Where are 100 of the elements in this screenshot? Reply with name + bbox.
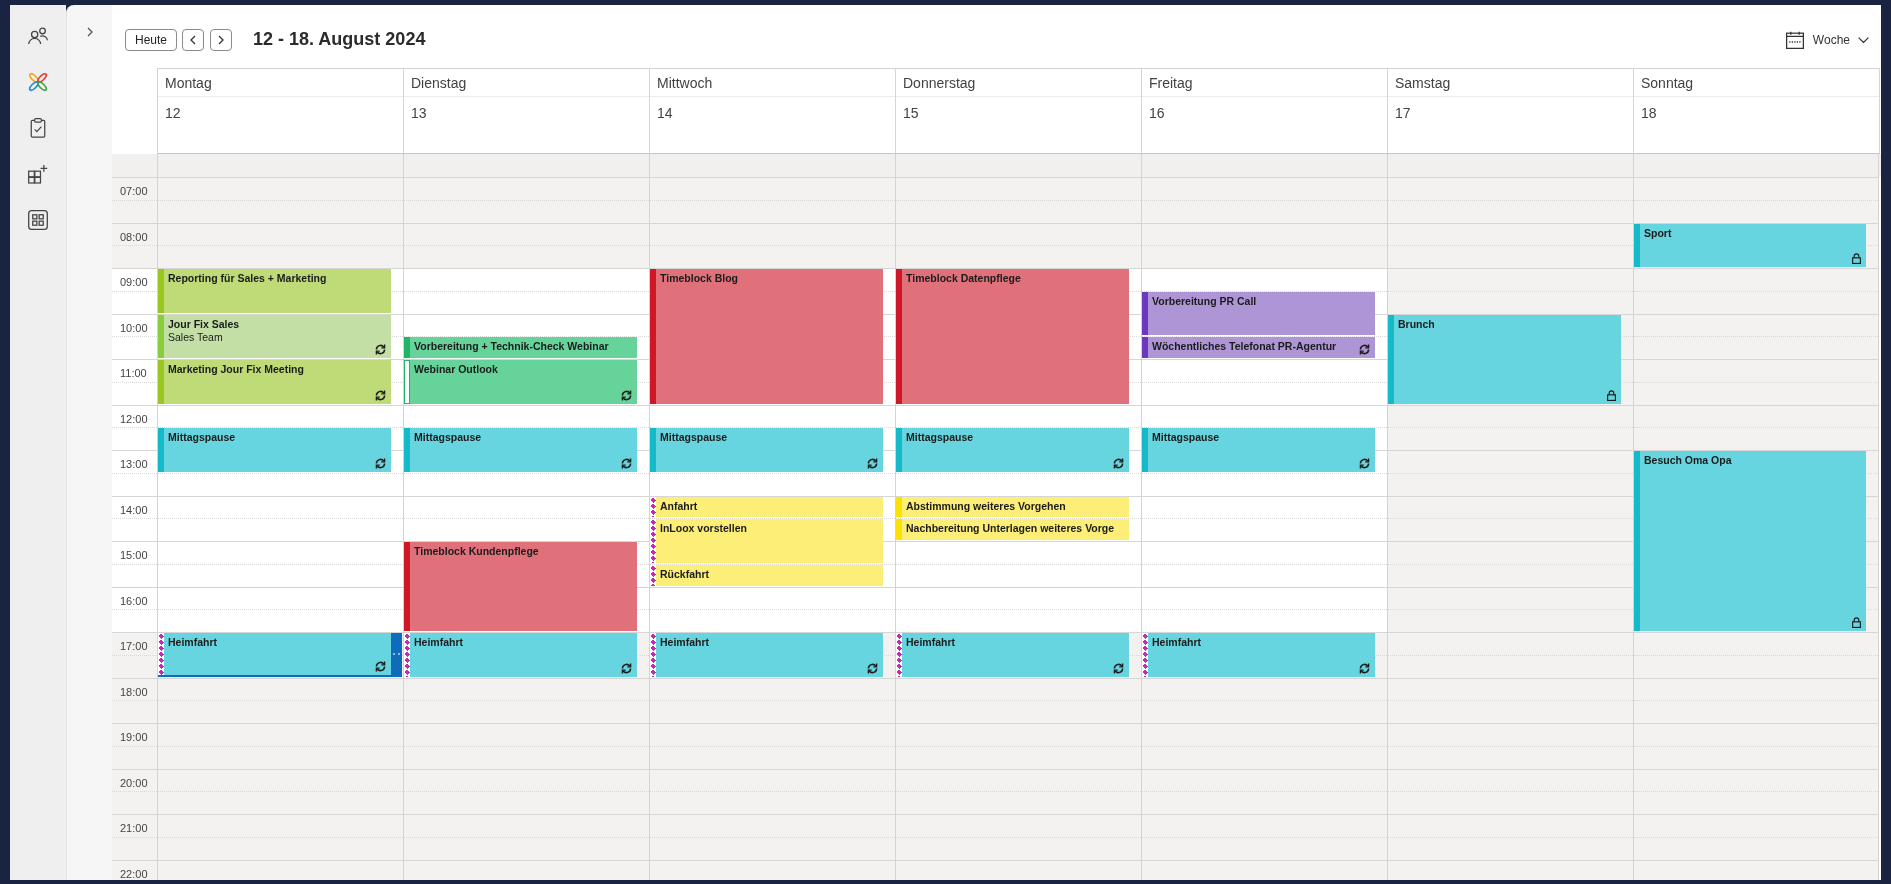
- date-label: 18: [1641, 105, 1657, 121]
- calendar-event[interactable]: Mittagspause: [404, 428, 637, 472]
- date-label: 17: [1395, 105, 1411, 121]
- time-label: 21:00: [120, 822, 148, 834]
- event-title: Reporting für Sales + Marketing: [168, 272, 327, 285]
- event-title: Webinar Outlook: [414, 363, 498, 376]
- drag-handle[interactable]: [391, 633, 402, 675]
- date-range-title: 12 - 18. August 2024: [253, 29, 426, 50]
- event-title: InLoox vorstellen: [660, 522, 747, 536]
- day-column[interactable]: Sport Besuch Oma Opa: [1633, 177, 1879, 880]
- calendar-event[interactable]: Abstimmung weiteres Vorgehen: [896, 496, 1129, 518]
- next-week-button[interactable]: [210, 28, 232, 51]
- event-subtitle: Sales Team: [168, 330, 223, 344]
- chevron-right-icon[interactable]: [86, 27, 93, 37]
- calendar-event[interactable]: Nachbereitung Unterlagen weiteres Vorge: [896, 519, 1129, 540]
- event-title: Heimfahrt: [1152, 636, 1201, 649]
- calendar-event[interactable]: Besuch Oma Opa: [1634, 451, 1866, 631]
- event-title: Timeblock Datenpflege: [906, 272, 1021, 285]
- calendar-event[interactable]: Heimfahrt: [650, 633, 883, 677]
- calendar-event[interactable]: Wöchentliches Telefonat PR-Agentur: [1142, 337, 1375, 358]
- event-title: Mittagspause: [660, 431, 728, 445]
- day-column[interactable]: Reporting für Sales + Marketing Jour Fix Sales Sales Team Marketing Jour Fix Meeting Mittagspause Heimfahrt: [157, 177, 403, 880]
- calendar-event[interactable]: Heimfahrt: [896, 633, 1129, 677]
- time-label: 22:00: [120, 867, 148, 880]
- weekday-label: Freitag: [1149, 74, 1193, 91]
- chevron-down-icon: [1858, 36, 1869, 43]
- calendar-event[interactable]: Jour Fix Sales Sales Team: [158, 314, 391, 358]
- apps-icon[interactable]: [28, 210, 48, 230]
- date-label: 13: [411, 105, 427, 121]
- grid-plus-icon[interactable]: [28, 164, 48, 184]
- weekday-label: Mittwoch: [657, 74, 713, 91]
- weekday-label: Dienstag: [411, 74, 467, 91]
- day-column[interactable]: Timeblock Datenpflege Mittagspause Abstimmung weiteres Vorgehen Nachbereitung Unterlagen weiteres Vorge Heimfahrt: [895, 177, 1141, 880]
- calendar-event[interactable]: Timeblock Kundenpflege: [404, 542, 637, 631]
- time-label: 10:00: [120, 321, 148, 334]
- day-column[interactable]: Vorbereitung + Technik-Check Webinar Webinar Outlook Mittagspause Timeblock Kundenpflege Heimfahrt: [403, 177, 649, 880]
- today-button[interactable]: Heute: [125, 28, 177, 51]
- clipboard-check-icon[interactable]: [28, 118, 48, 138]
- calendar-event[interactable]: Heimfahrt: [404, 633, 637, 677]
- calendar-event[interactable]: Sport: [1634, 223, 1866, 267]
- event-title: Wöchentliches Telefonat PR-Agentur: [1152, 340, 1337, 354]
- weekday-label: Donnerstag: [903, 74, 976, 91]
- calendar-event[interactable]: Mittagspause: [158, 428, 391, 472]
- event-title: Nachbereitung Unterlagen weiteres Vorge: [906, 522, 1115, 536]
- event-title: Mittagspause: [906, 431, 974, 445]
- time-label: 14:00: [120, 503, 148, 516]
- event-title: Jour Fix Sales: [168, 317, 240, 331]
- calendar-event[interactable]: Heimfahrt: [1142, 633, 1375, 677]
- time-label: 18:00: [120, 685, 148, 698]
- view-switcher-button[interactable]: Woche: [1785, 30, 1869, 49]
- calendar-event[interactable]: Webinar Outlook: [404, 360, 637, 404]
- calendar-event[interactable]: Heimfahrt: [158, 633, 402, 677]
- calendar-event[interactable]: InLoox vorstellen: [650, 519, 883, 563]
- day-column[interactable]: Vorbereitung PR Call Wöchentliches Telefonat PR-Agentur Mittagspause Heimfahrt: [1141, 177, 1387, 880]
- day-column[interactable]: Timeblock Blog Mittagspause Anfahrt InLoox vorstellen Rückfahrt Heimfahrt: [649, 177, 895, 880]
- calendar-event[interactable]: Vorbereitung + Technik-Check Webinar: [404, 337, 637, 358]
- previous-week-button[interactable]: [182, 28, 204, 51]
- event-title: Mittagspause: [168, 431, 236, 445]
- calendar-event[interactable]: Mittagspause: [650, 428, 883, 472]
- event-title: Marketing Jour Fix Meeting: [168, 363, 304, 376]
- people-icon[interactable]: [28, 26, 48, 46]
- calendar-event[interactable]: Rückfahrt: [650, 564, 883, 586]
- chevron-left-icon: [190, 34, 196, 45]
- time-label: 19:00: [120, 731, 148, 743]
- event-title: Heimfahrt: [906, 636, 955, 649]
- calendar-event[interactable]: Marketing Jour Fix Meeting: [158, 360, 391, 404]
- calendar-event[interactable]: Timeblock Blog: [650, 269, 883, 404]
- chevron-right-icon: [218, 34, 224, 45]
- time-label: 13:00: [120, 458, 148, 470]
- date-label: 14: [657, 105, 673, 121]
- event-title: Heimfahrt: [168, 636, 217, 649]
- date-label: 12: [165, 105, 181, 121]
- time-label: 09:00: [120, 276, 148, 288]
- date-label: 15: [903, 105, 919, 121]
- time-label: 20:00: [120, 776, 148, 789]
- weekday-label: Sonntag: [1641, 74, 1694, 91]
- event-title: Mittagspause: [414, 431, 482, 445]
- petal-logo-icon[interactable]: [28, 72, 48, 92]
- event-title: Rückfahrt: [660, 567, 709, 581]
- calendar-event[interactable]: Mittagspause: [1142, 428, 1375, 472]
- time-label: 17:00: [120, 640, 148, 652]
- time-label: 11:00: [120, 367, 147, 379]
- calendar-event[interactable]: Mittagspause: [896, 428, 1129, 472]
- day-column[interactable]: Brunch: [1387, 177, 1633, 880]
- calendar-event[interactable]: Brunch: [1388, 314, 1621, 404]
- event-title: Vorbereitung + Technik-Check Webinar: [414, 340, 609, 354]
- time-label: 15:00: [120, 549, 148, 561]
- weekday-label: Samstag: [1395, 74, 1451, 91]
- event-title: Mittagspause: [1152, 431, 1220, 445]
- date-label: 16: [1149, 105, 1165, 121]
- calendar-event[interactable]: Vorbereitung PR Call: [1142, 291, 1375, 336]
- calendar-event[interactable]: Reporting für Sales + Marketing: [158, 269, 391, 313]
- time-label: 12:00: [120, 412, 148, 425]
- time-label: 08:00: [120, 230, 148, 243]
- calendar-event[interactable]: Timeblock Datenpflege: [896, 269, 1129, 404]
- calendar-icon: [1785, 30, 1804, 49]
- calendar-event[interactable]: Anfahrt: [650, 496, 883, 518]
- time-label: 07:00: [120, 185, 148, 197]
- event-title: Timeblock Blog: [660, 272, 738, 285]
- event-title: Anfahrt: [660, 499, 698, 513]
